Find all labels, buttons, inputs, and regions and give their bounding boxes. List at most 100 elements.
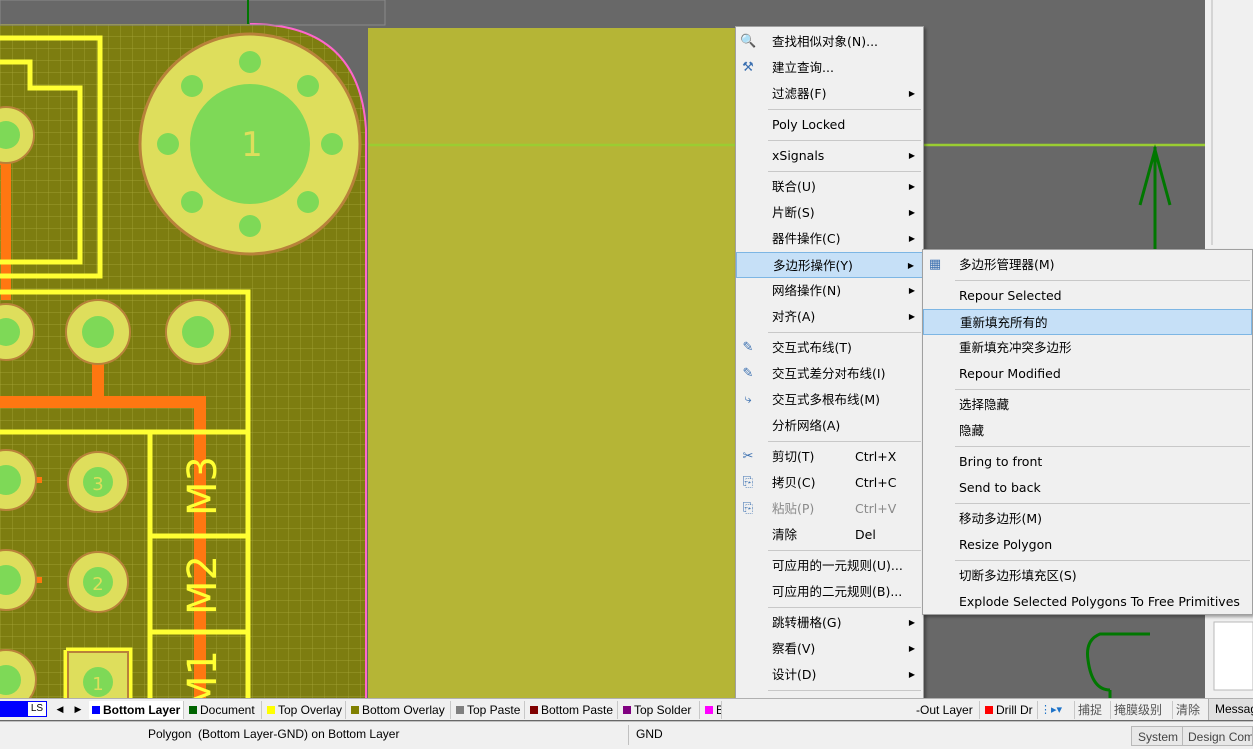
menu-item-label: 设计(D) [772,667,817,682]
menu-item-label: 交互式差分对布线(I) [772,366,886,381]
toolbar-button-0[interactable]: 捕捉 [1074,701,1105,719]
submenu-item-13[interactable]: 移动多边形(M) [923,506,1252,532]
layer-tab-bottom-overlay[interactable]: Bottom Overlay [348,701,451,719]
menu-shortcut: Ctrl+C [855,475,897,490]
menu-item-16[interactable]: ✎ 交互式差分对布线(I) [736,361,923,387]
layer-tab-out-layer[interactable]: -Out Layer [914,701,980,719]
menu-item-label: 察看(V) [772,641,816,656]
layer-tab-label: Bot [716,703,721,717]
submenu-arrow-icon: ▶ [908,234,915,243]
menu-item-9[interactable]: 片断(S) ▶ [736,200,923,226]
layer-tab-bottom-paste[interactable]: Bottom Paste [527,701,618,719]
menu-item-12[interactable]: 网络操作(N) ▶ [736,278,923,304]
scroll-left-button[interactable]: ◀ [52,701,68,717]
submenu-repour-selected[interactable]: Repour Selected [923,283,1252,309]
submenu-arrow-icon: ▶ [908,618,915,627]
menu-item-10[interactable]: 器件操作(C) ▶ [736,226,923,252]
layer-tab-bot[interactable]: Bot [702,701,722,719]
pad-label: 1 [92,674,103,695]
submenu-item-7[interactable]: 选择隐藏 [923,392,1252,418]
menu-item-label: 联合(U) [772,179,816,194]
menu-item-label: 可应用的二元规则(B)... [772,584,903,599]
menu-item-18[interactable]: 分析网络(A) [736,413,923,439]
submenu-arrow-icon: ▶ [908,286,915,295]
submenu-repour-modified[interactable]: Repour Modified [923,361,1252,387]
menu-item-label: 查找相似对象(N)... [772,34,879,49]
menu-item-label: 粘贴(P) [772,501,815,516]
menu-item-0[interactable]: 🔍 查找相似对象(N)... [736,29,923,55]
submenu-bring-to-front[interactable]: Bring to front [923,449,1252,475]
menu-item-label: 跳转栅格(G) [772,615,842,630]
submenu-item-4[interactable]: 重新填充冲突多边形 [923,335,1252,361]
menu-item-label: 移动多边形(M) [959,511,1043,526]
polygon-fill[interactable] [368,28,738,698]
layer-tab-top-paste[interactable]: Top Paste [453,701,525,719]
layer-set-icon[interactable]: ⋮▸▾ [1040,701,1072,719]
submenu-item-3[interactable]: 重新填充所有的 [923,309,1252,335]
menu-item-13[interactable]: 对齐(A) ▶ [736,304,923,330]
scroll-right-button[interactable]: ▶ [70,701,86,717]
workspace-background [0,0,1253,28]
menu-item-20[interactable]: ✂ 剪切(T) Ctrl+X [736,444,923,470]
layer-color-swatch [705,706,713,714]
menu-item-23[interactable]: 清除 Del [736,522,923,548]
messages-tab[interactable]: Messag [1208,699,1253,720]
large-pad-label: 1 [241,125,263,165]
menu-item-26[interactable]: 可应用的二元规则(B)... [736,579,923,605]
right-panel-box [1213,621,1253,691]
menu-poly-locked[interactable]: Poly Locked [736,112,923,138]
design-compiler-tab[interactable]: Design Comp [1182,726,1253,746]
menu-item-15[interactable]: ✎ 交互式布线(T) [736,335,923,361]
submenu-arrow-icon: ▶ [908,89,915,98]
menu-item-25[interactable]: 可应用的一元规则(U)... [736,553,923,579]
polygon-manager-icon: ▦ [928,257,942,272]
menu-item-8[interactable]: 联合(U) ▶ [736,174,923,200]
status-divider [628,725,629,745]
menu-item-label: 可应用的一元规则(U)... [772,558,903,573]
menu-item-label: xSignals [772,148,825,163]
pad-label: 2 [92,574,103,595]
current-layer-swatch[interactable] [0,701,27,717]
menu-item-11[interactable]: 多边形操作(Y) ▶ [736,252,923,278]
layer-tab-document[interactable]: Document [186,701,262,719]
menu-item-22[interactable]: ⎘ 粘贴(P) Ctrl+V [736,496,923,522]
menu-xsignals[interactable]: xSignals ▶ [736,143,923,169]
layer-tab-label: Top Overlay [278,703,343,717]
submenu-item-8[interactable]: 隐藏 [923,418,1252,444]
status-bar: Polygon (Bottom Layer-GND) on Bottom Lay… [0,721,1253,749]
polygon-actions-submenu: ▦ 多边形管理器(M) Repour Selected 重新填充所有的 重新填充冲突多边… [922,249,1253,615]
menu-item-label: 器件操作(C) [772,231,841,246]
submenu-resize-polygon[interactable]: Resize Polygon [923,532,1252,558]
menu-item-label: 清除 [772,527,798,542]
layer-tab-top-overlay[interactable]: Top Overlay [264,701,346,719]
ls-button[interactable]: LS [27,701,47,717]
menu-item-30[interactable]: 设计(D) ▶ [736,662,923,688]
menu-item-2[interactable]: 过滤器(F) ▶ [736,81,923,107]
menu-item-label: 对齐(A) [772,309,816,324]
menu-item-28[interactable]: 跳转栅格(G) ▶ [736,610,923,636]
status-text: Polygon (Bottom Layer-GND) on Bottom Lay… [148,727,400,741]
layer-color-swatch [985,706,993,714]
menu-item-21[interactable]: ⎘ 拷贝(C) Ctrl+C [736,470,923,496]
menu-item-17[interactable]: ⤷ 交互式多根布线(M) [736,387,923,413]
menu-item-29[interactable]: 察看(V) ▶ [736,636,923,662]
submenu-explode-selected-polygons-to-free-primitives[interactable]: Explode Selected Polygons To Free Primit… [923,589,1252,615]
layer-tab-drill-dr[interactable]: Drill Dr [982,701,1038,719]
submenu-item-0[interactable]: ▦ 多边形管理器(M) [923,252,1252,278]
toolbar-button-2[interactable]: 清除 [1172,701,1203,719]
submenu-send-to-back[interactable]: Send to back [923,475,1252,501]
menu-item-1[interactable]: ⚒ 建立查询... [736,55,923,81]
toolbar-button-1[interactable]: 掩膜级别 [1110,701,1165,719]
menu-item-label: 片断(S) [772,205,815,220]
layer-tab-top-solder[interactable]: Top Solder [620,701,700,719]
menu-item-label: 多边形操作(Y) [773,258,853,273]
system-tab[interactable]: System [1131,726,1186,746]
submenu-item-16[interactable]: 切断多边形填充区(S) [923,563,1252,589]
menu-item-label: 交互式布线(T) [772,340,852,355]
diff-pair-route-icon: ✎ [742,366,754,381]
pcb-canvas[interactable]: 1 3 2 1 M3 M2 M1 🔍 查找相似对象(N)... ⚒ 建立查询..… [0,0,1253,698]
submenu-arrow-icon: ▶ [907,261,914,270]
menu-shortcut: Del [855,527,876,542]
layer-tab-bottom-layer[interactable]: Bottom Layer [89,701,184,719]
dimension-arrow [1138,144,1172,250]
